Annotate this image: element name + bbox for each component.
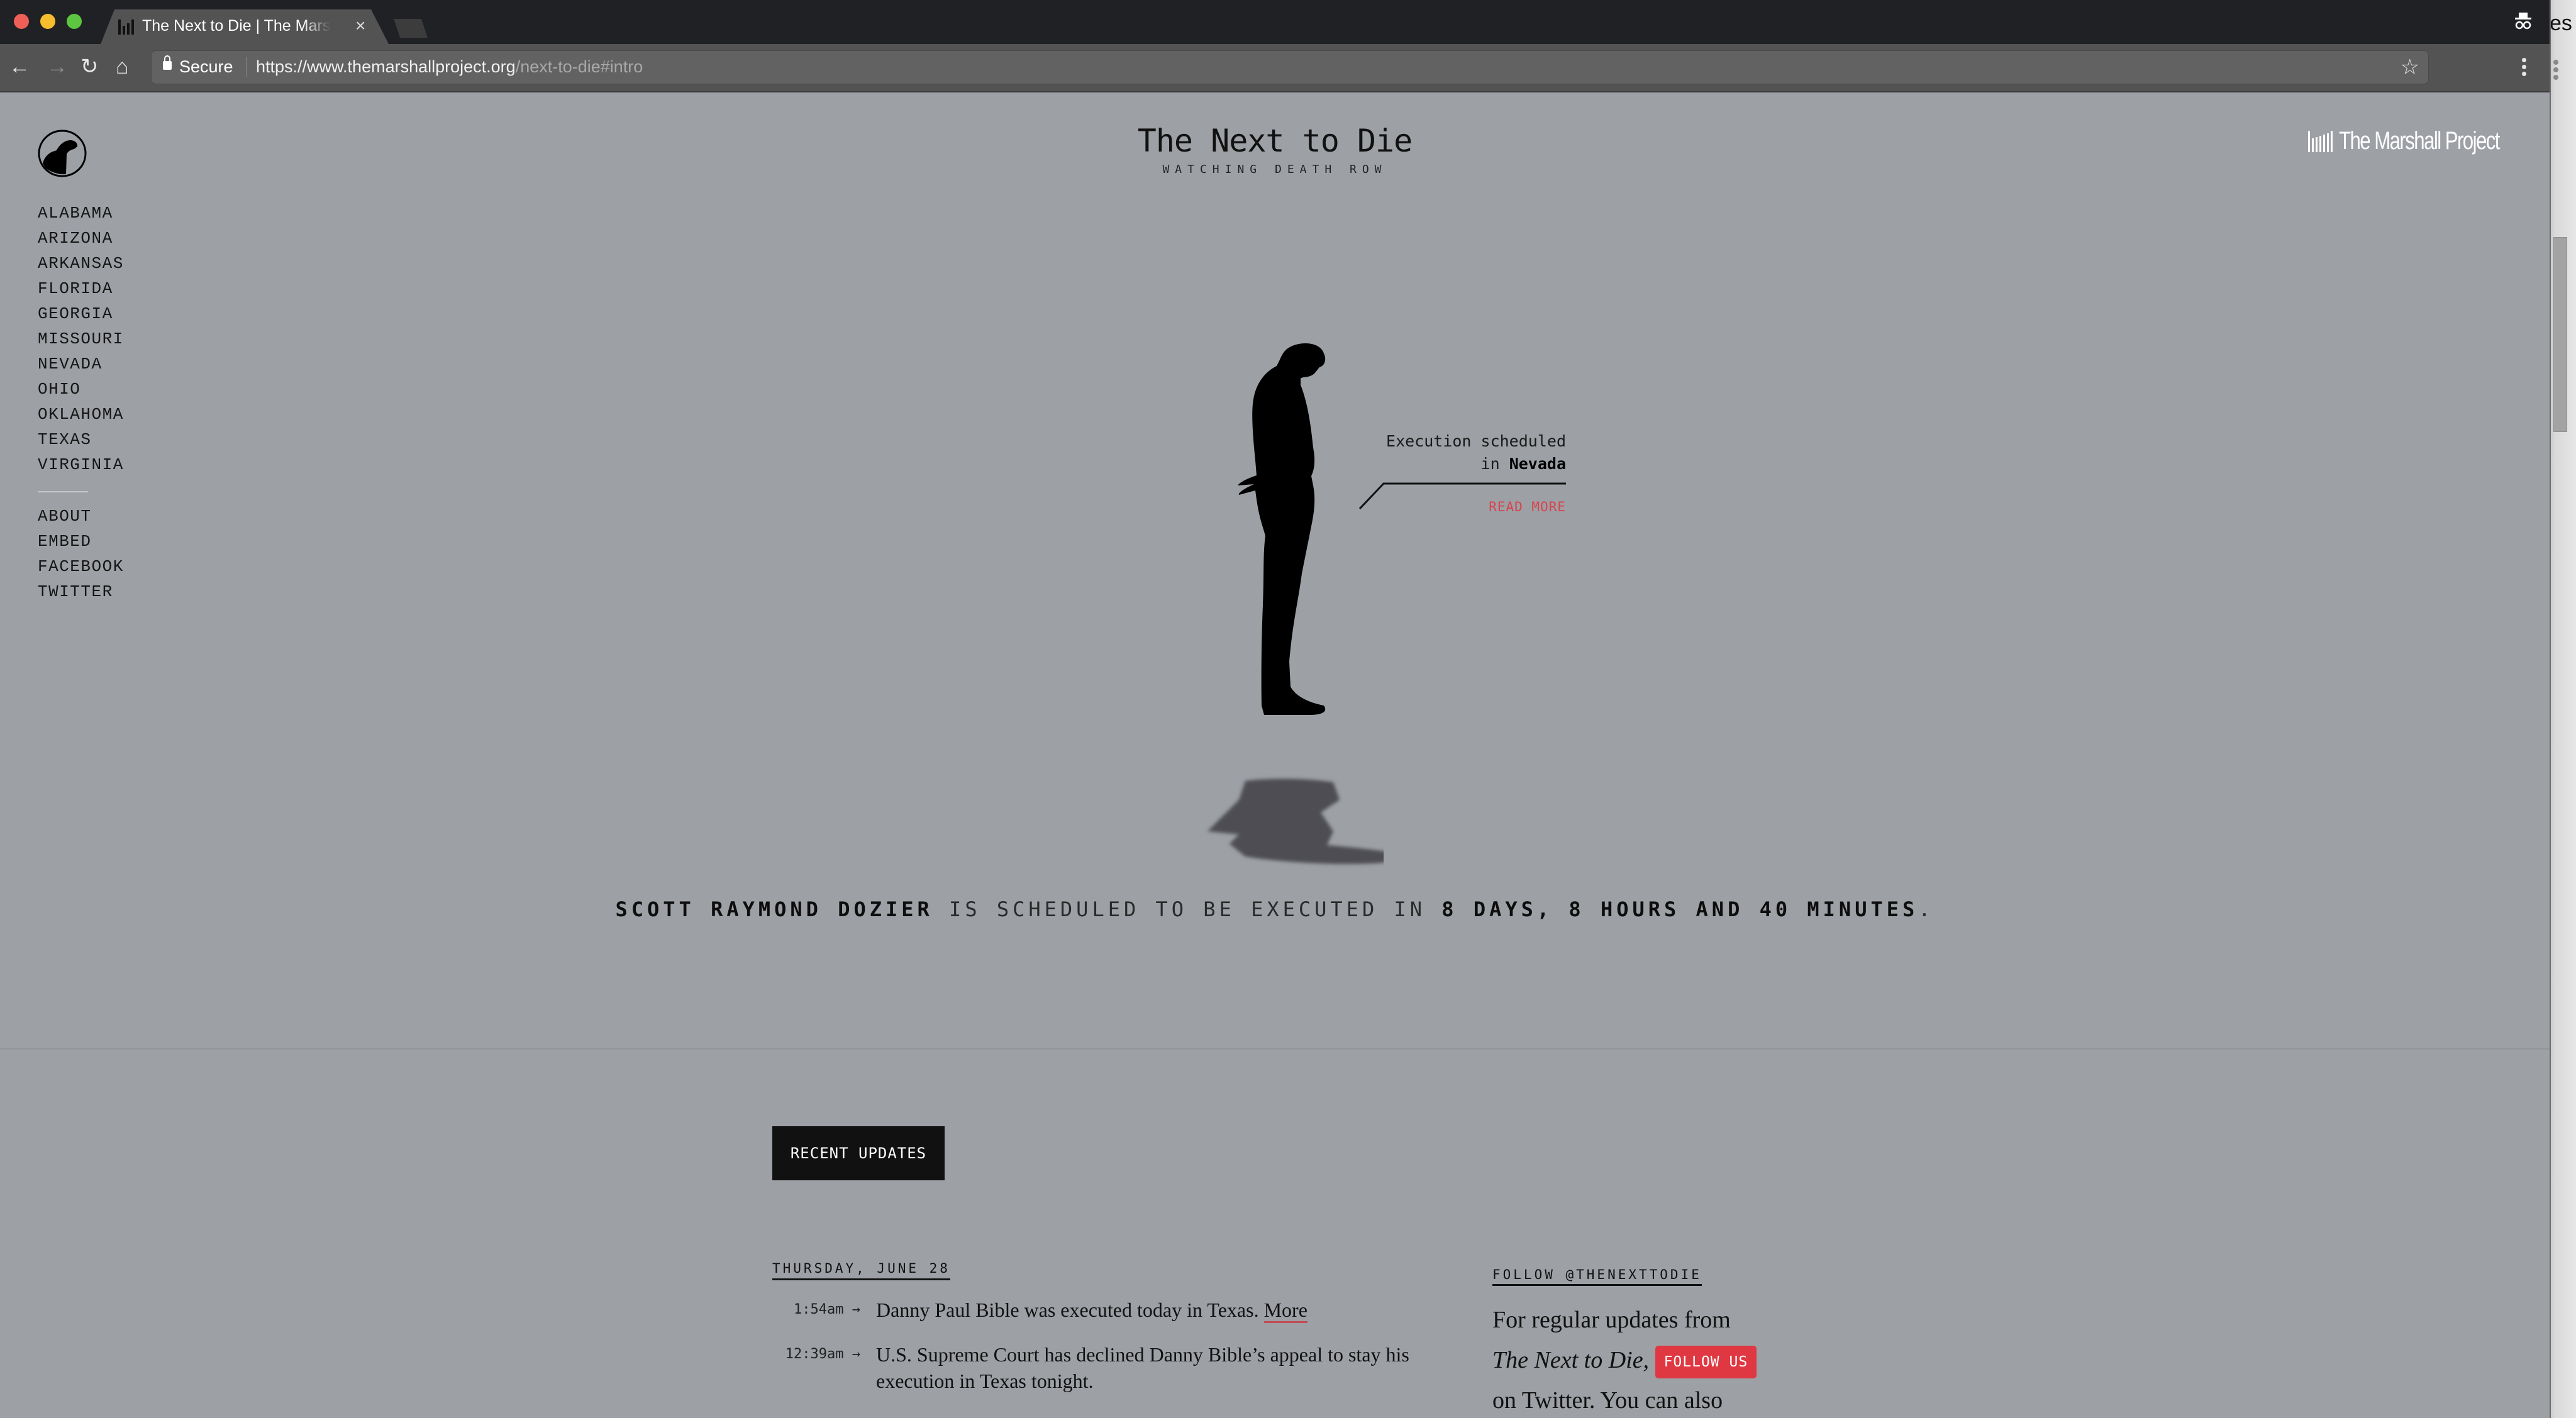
condemned-silhouette	[1208, 343, 1384, 864]
recent-updates-label: RECENT UPDATES	[772, 1126, 945, 1180]
callout-prefix: in	[1480, 455, 1509, 473]
url-path: /next-to-die#intro	[515, 57, 643, 76]
bookmark-star-icon[interactable]: ☆	[2401, 55, 2419, 80]
close-window-button[interactable]	[14, 14, 29, 29]
sidebar-item-twitter[interactable]: TWITTER	[38, 579, 124, 604]
page-title: The Next to Die	[1137, 123, 1413, 159]
marshall-project-logo[interactable]: The Marshall Project	[2308, 127, 2545, 155]
follow-us-button[interactable]: FOLLOW US	[1655, 1346, 1757, 1378]
update-text: Danny Paul Bible was executed today in T…	[876, 1297, 1417, 1323]
incognito-icon	[2515, 13, 2531, 30]
follow-text: For regular updates from The Next to Die…	[1492, 1300, 1845, 1418]
new-tab-button[interactable]	[394, 19, 428, 38]
sidebar-item-facebook[interactable]: FACEBOOK	[38, 554, 124, 579]
maximize-window-button[interactable]	[67, 14, 82, 29]
sidebar-item-virginia[interactable]: VIRGINIA	[38, 452, 124, 477]
section-divider	[0, 1048, 2550, 1050]
sidebar-divider	[38, 491, 88, 492]
marshall-favicon-icon	[118, 19, 135, 35]
minimize-window-button[interactable]	[40, 14, 55, 29]
home-icon[interactable]: ⌂	[116, 54, 129, 79]
figure-body	[1238, 343, 1326, 715]
background-window-text: es	[2550, 11, 2572, 35]
page-subtitle: WATCHING DEATH ROW	[1162, 163, 1387, 176]
update-more-link[interactable]: More	[1263, 1299, 1307, 1323]
read-more-link[interactable]: READ MORE	[1489, 499, 1566, 514]
brand-name: The Marshall Project	[2339, 127, 2500, 155]
sidebar-item-about[interactable]: ABOUT	[38, 504, 124, 529]
follow-text-after: on Twitter. You can also	[1492, 1387, 1723, 1414]
sidebar-item-texas[interactable]: TEXAS	[38, 427, 124, 452]
forward-icon[interactable]: →	[47, 54, 68, 79]
sidebar-item-arizona[interactable]: ARIZONA	[38, 226, 124, 251]
follow-italic-title: The Next to Die,	[1492, 1347, 1650, 1373]
back-icon[interactable]: ←	[9, 54, 30, 79]
marshall-bars-icon	[2308, 130, 2333, 152]
callout-line-1: Execution scheduled	[1386, 432, 1566, 450]
reload-icon[interactable]: ↻	[80, 54, 99, 79]
browser-window: The Next to Die | The Marshall Project ×…	[0, 0, 2551, 1418]
sidebar-item-embed[interactable]: EMBED	[38, 529, 124, 554]
sidebar-item-florida[interactable]: FLORIDA	[38, 276, 124, 301]
follow-text-before: For regular updates from	[1492, 1307, 1731, 1333]
sidebar-item-georgia[interactable]: GEORGIA	[38, 301, 124, 326]
sidebar-item-alabama[interactable]: ALABAMA	[38, 201, 124, 226]
update-text-body: Danny Paul Bible was executed today in T…	[876, 1299, 1264, 1321]
inmate-name: SCOTT RAYMOND DOZIER	[615, 897, 933, 921]
secure-label: Secure	[179, 57, 233, 76]
address-bar[interactable]: Secure https://www.themarshallproject.or…	[151, 50, 2429, 84]
url-text[interactable]: https://www.themarshallproject.org/next-…	[256, 57, 643, 77]
sidebar-item-arkansas[interactable]: ARKANSAS	[38, 251, 124, 276]
browser-toolbar: ← → ↻ ⌂ Secure https://www.themarshallpr…	[0, 44, 2550, 92]
browser-tab-active[interactable]: The Next to Die | The Marshall Project ×	[101, 9, 389, 44]
callout-state: Nevada	[1509, 455, 1566, 473]
execution-countdown: SCOTT RAYMOND DOZIER IS SCHEDULED TO BE …	[0, 897, 2550, 921]
background-menu-icon	[2553, 60, 2558, 82]
follow-heading[interactable]: FOLLOW @THENEXTTODIE	[1492, 1267, 1702, 1286]
sidebar-item-nevada[interactable]: NEVADA	[38, 352, 124, 377]
url-host: https://www.themarshallproject.org	[256, 57, 516, 76]
countdown-middle: IS SCHEDULED TO BE EXECUTED IN	[933, 897, 1442, 921]
sidebar-item-missouri[interactable]: MISSOURI	[38, 326, 124, 352]
update-text: U.S. Supreme Court has declined Danny Bi…	[876, 1343, 1409, 1392]
update-time: 1:54am →	[794, 1302, 860, 1317]
browser-menu-icon[interactable]	[2522, 58, 2527, 79]
figure-shadow	[1208, 778, 1384, 864]
sidebar-item-ohio[interactable]: OHIO	[38, 377, 124, 402]
sidebar-nav: ALABAMA ARIZONA ARKANSAS FLORIDA GEORGIA…	[38, 201, 124, 604]
background-scrollbar	[2553, 237, 2567, 432]
tab-title: The Next to Die | The Marshall Project	[142, 17, 331, 35]
callout-line-2: in Nevada	[1481, 455, 1566, 473]
update-date-heading: THURSDAY, JUNE 28	[772, 1261, 950, 1280]
address-separator	[246, 57, 247, 77]
countdown-end: .	[1918, 897, 1935, 921]
tab-strip: The Next to Die | The Marshall Project ×	[0, 0, 2550, 44]
countdown-remaining: 8 DAYS, 8 HOURS AND 40 MINUTES	[1441, 897, 1919, 921]
page-content: ALABAMA ARIZONA ARKANSAS FLORIDA GEORGIA…	[0, 92, 2550, 1418]
sidebar-item-oklahoma[interactable]: OKLAHOMA	[38, 402, 124, 427]
lock-icon	[163, 55, 172, 70]
update-time: 12:39am →	[785, 1346, 860, 1362]
tab-close-icon[interactable]: ×	[355, 16, 365, 36]
